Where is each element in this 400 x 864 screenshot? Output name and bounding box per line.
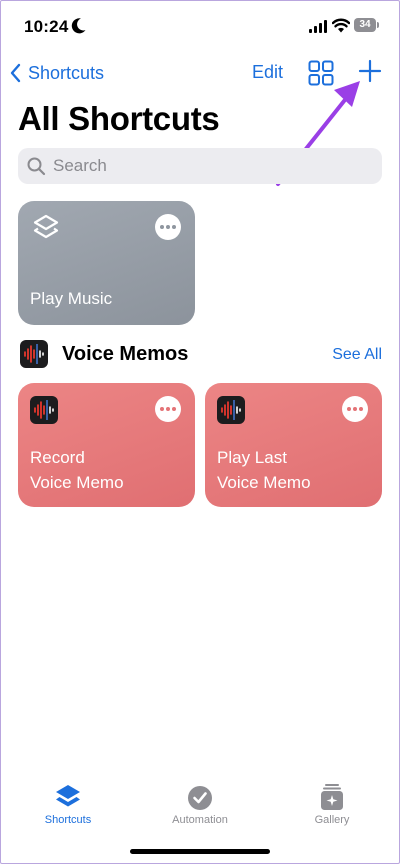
battery-level: 34 bbox=[359, 19, 371, 30]
checkmark-clock-icon bbox=[188, 786, 212, 810]
status-time: 10:24 bbox=[24, 17, 69, 36]
battery-icon: 34 bbox=[354, 18, 380, 32]
layers-icon bbox=[56, 785, 80, 807]
voice-memos-app-icon bbox=[217, 396, 245, 424]
shortcut-card-play-last-voice-memo[interactable]: Play Last Voice Memo bbox=[205, 383, 382, 507]
page-title: All Shortcuts bbox=[18, 100, 220, 137]
search-bar[interactable] bbox=[18, 148, 382, 184]
shortcut-label-line1: Record bbox=[30, 448, 85, 467]
moon-icon bbox=[71, 18, 86, 34]
tab-label: Automation bbox=[172, 814, 228, 826]
voice-memos-app-icon bbox=[20, 340, 48, 368]
more-options-button[interactable] bbox=[155, 214, 181, 240]
gallery-icon bbox=[321, 784, 343, 810]
shortcut-label: Play Last Voice Memo bbox=[217, 445, 311, 495]
shortcut-label-line2: Voice Memo bbox=[30, 473, 124, 492]
shortcut-card-play-music[interactable]: Play Music bbox=[18, 201, 195, 325]
more-options-button[interactable] bbox=[155, 396, 181, 422]
tab-label: Gallery bbox=[314, 814, 350, 826]
wifi-icon bbox=[332, 18, 350, 33]
home-indicator bbox=[130, 849, 270, 854]
tab-automation[interactable]: Automation bbox=[140, 782, 260, 826]
shortcut-label-line2: Voice Memo bbox=[217, 473, 311, 492]
shortcut-card-record-voice-memo[interactable]: Record Voice Memo bbox=[18, 383, 195, 507]
section-title: Voice Memos bbox=[62, 343, 189, 365]
more-options-button[interactable] bbox=[342, 396, 368, 422]
shortcut-label-line1: Play Last bbox=[217, 448, 287, 467]
tab-label: Shortcuts bbox=[44, 814, 92, 826]
back-label: Shortcuts bbox=[28, 62, 105, 83]
shortcut-label: Play Music bbox=[30, 289, 113, 308]
status-bar: 10:24 34 bbox=[0, 0, 400, 50]
back-button[interactable]: Shortcuts bbox=[8, 60, 104, 86]
shortcut-label: Record Voice Memo bbox=[30, 445, 124, 495]
tab-gallery[interactable]: Gallery bbox=[272, 782, 392, 826]
see-all-link[interactable]: See All bbox=[332, 346, 382, 364]
voice-memos-app-icon bbox=[30, 396, 58, 424]
layers-icon bbox=[33, 214, 59, 239]
chevron-left-icon bbox=[10, 63, 21, 83]
search-icon bbox=[27, 157, 46, 176]
cellular-signal-icon bbox=[309, 20, 327, 33]
tab-shortcuts[interactable]: Shortcuts bbox=[8, 782, 128, 826]
search-input[interactable] bbox=[51, 155, 355, 177]
